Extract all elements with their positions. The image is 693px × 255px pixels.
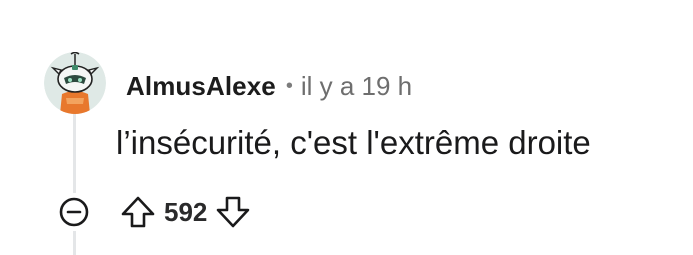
timestamp[interactable]: il y a 19 h — [301, 71, 412, 102]
collapse-button[interactable] — [55, 193, 93, 231]
upvote-button[interactable] — [118, 192, 158, 232]
upvote-arrow-icon — [121, 196, 155, 228]
comment-card: AlmusAlexe • il y a 19 h l’insécurité, c… — [0, 0, 693, 255]
vote-score: 592 — [164, 196, 208, 227]
collapse-minus-icon — [59, 197, 89, 227]
comment-text: l’insécurité, c'est l'extrême droite — [116, 124, 591, 161]
username[interactable]: AlmusAlexe — [126, 71, 276, 102]
snoo-avatar-icon — [44, 52, 106, 114]
downvote-arrow-icon — [217, 196, 250, 228]
comment-actions: 592 — [55, 192, 253, 232]
separator-dot: • — [285, 74, 293, 97]
thread-line[interactable] — [73, 110, 76, 255]
downvote-button[interactable] — [213, 192, 253, 232]
avatar[interactable] — [44, 52, 106, 114]
comment-header: AlmusAlexe • il y a 19 h — [126, 70, 412, 102]
